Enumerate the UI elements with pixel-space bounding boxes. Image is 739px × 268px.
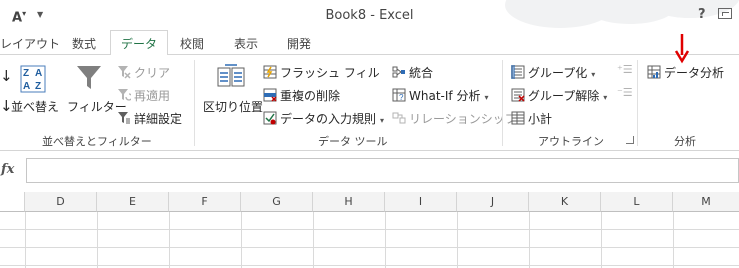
tab-formulas[interactable]: 数式	[72, 35, 96, 52]
analysis-group-label: 分析	[674, 135, 696, 148]
data-validation-icon	[263, 111, 277, 125]
window-title: Book8 - Excel	[325, 8, 414, 23]
svg-text:Z: Z	[23, 68, 29, 79]
ribbon: ↓ ↓ Z A A Z 並べ替え フィルター クリア 再適用 詳細設定 並べ替え…	[0, 34, 739, 151]
reapply-icon	[118, 89, 131, 101]
hide-detail-icon: ⁻☰	[617, 86, 633, 99]
grid-line	[25, 212, 26, 268]
grid-row[interactable]	[0, 248, 739, 266]
grid-line	[97, 212, 98, 268]
column-header-e[interactable]: E	[97, 192, 169, 212]
tab-data[interactable]: データ	[110, 30, 169, 55]
chevron-down-icon[interactable]: ▾	[380, 116, 384, 125]
title-bar: A▾ ▼ Book8 - Excel ?	[0, 0, 739, 30]
column-header-l[interactable]: L	[601, 192, 673, 212]
column-header-i[interactable]: I	[385, 192, 457, 212]
data-validation-button[interactable]: データの入力規則 ▾	[263, 110, 384, 127]
column-header-j[interactable]: J	[457, 192, 529, 212]
what-if-icon: ?	[392, 88, 406, 102]
row-header-corner	[0, 192, 25, 212]
tab-view[interactable]: 表示	[234, 35, 258, 52]
sort-ascending-icon[interactable]: ↓	[0, 67, 13, 85]
column-header-k[interactable]: K	[529, 192, 601, 212]
clear-filter-icon	[118, 66, 131, 79]
flash-fill-button[interactable]: フラッシュ フィル	[263, 64, 380, 81]
grid-line	[241, 212, 242, 268]
column-header-d[interactable]: D	[25, 192, 97, 212]
worksheet-grid[interactable]: D E F G H I J K L M	[0, 192, 739, 268]
data-tools-group-label: データ ツール	[318, 135, 388, 148]
text-to-columns-icon[interactable]	[217, 63, 245, 94]
filter-icon[interactable]	[76, 64, 102, 95]
svg-text:?: ?	[399, 93, 404, 102]
flash-fill-icon	[263, 65, 277, 79]
sort-icon[interactable]: Z A A Z	[17, 65, 47, 96]
consolidate-icon	[392, 66, 405, 78]
ribbon-display-options-icon[interactable]	[718, 8, 732, 19]
formula-bar: fx	[0, 158, 739, 184]
tab-page-layout[interactable]: レイアウト	[0, 35, 60, 52]
subtotal-button[interactable]: 小計	[511, 110, 552, 127]
column-header-h[interactable]: H	[313, 192, 385, 212]
group-separator	[194, 60, 195, 146]
insert-function-button[interactable]: fx	[0, 160, 22, 182]
group-icon	[511, 65, 525, 79]
grid-row[interactable]	[0, 212, 739, 230]
help-button[interactable]: ?	[698, 7, 706, 22]
advanced-filter-icon	[118, 112, 130, 124]
grid-line	[385, 212, 386, 268]
sort-filter-group-label: 並べ替えとフィルター	[42, 135, 152, 148]
outline-settings-launcher-icon[interactable]	[626, 136, 634, 144]
relationships-button: リレーションシップ	[392, 110, 517, 127]
outline-group-label: アウトライン	[538, 135, 604, 148]
formula-input[interactable]	[26, 158, 739, 183]
grid-line	[169, 212, 170, 268]
chevron-down-icon[interactable]: ▾	[484, 93, 488, 102]
group-separator	[637, 60, 638, 146]
svg-text:A: A	[35, 68, 42, 79]
sort-button[interactable]: 並べ替え	[11, 98, 59, 115]
column-header-f[interactable]: F	[169, 192, 241, 212]
tab-developer[interactable]: 開発	[287, 35, 311, 52]
group-button[interactable]: グループ化 ▾	[511, 64, 595, 81]
column-header-g[interactable]: G	[241, 192, 313, 212]
consolidate-button[interactable]: 統合	[392, 64, 433, 81]
ungroup-button[interactable]: グループ解除 ▾	[511, 87, 607, 104]
column-header-m[interactable]: M	[673, 192, 739, 212]
relationships-icon	[392, 112, 406, 124]
group-separator	[502, 60, 503, 146]
grid-line	[601, 212, 602, 268]
grid-line	[529, 212, 530, 268]
grid-line	[673, 212, 674, 268]
chevron-down-icon[interactable]: ▾	[591, 70, 595, 79]
svg-text:A: A	[23, 81, 30, 92]
svg-text:Z: Z	[35, 81, 41, 92]
annotation-arrow-icon	[674, 33, 690, 68]
ungroup-icon	[511, 88, 525, 102]
chevron-down-icon[interactable]: ▾	[603, 93, 607, 102]
ribbon-tabs: レイアウト 数式 データ 校閲 表示 開発	[0, 30, 739, 55]
show-detail-icon: ⁺☰	[617, 63, 633, 76]
grid-line	[457, 212, 458, 268]
advanced-filter-button[interactable]: 詳細設定	[117, 110, 182, 127]
grid-row[interactable]	[0, 230, 739, 248]
tab-review[interactable]: 校閲	[180, 35, 204, 52]
what-if-analysis-button[interactable]: ? What-If 分析 ▾	[392, 87, 488, 104]
data-analysis-icon	[647, 65, 661, 79]
remove-duplicates-icon	[263, 88, 277, 102]
clear-filter-button: クリア	[117, 64, 170, 81]
reapply-button: 再適用	[117, 87, 170, 104]
text-to-columns-button[interactable]: 区切り位置	[203, 98, 263, 115]
grid-line	[313, 212, 314, 268]
remove-duplicates-button[interactable]: 重複の削除	[263, 87, 340, 104]
subtotal-icon	[511, 111, 525, 125]
